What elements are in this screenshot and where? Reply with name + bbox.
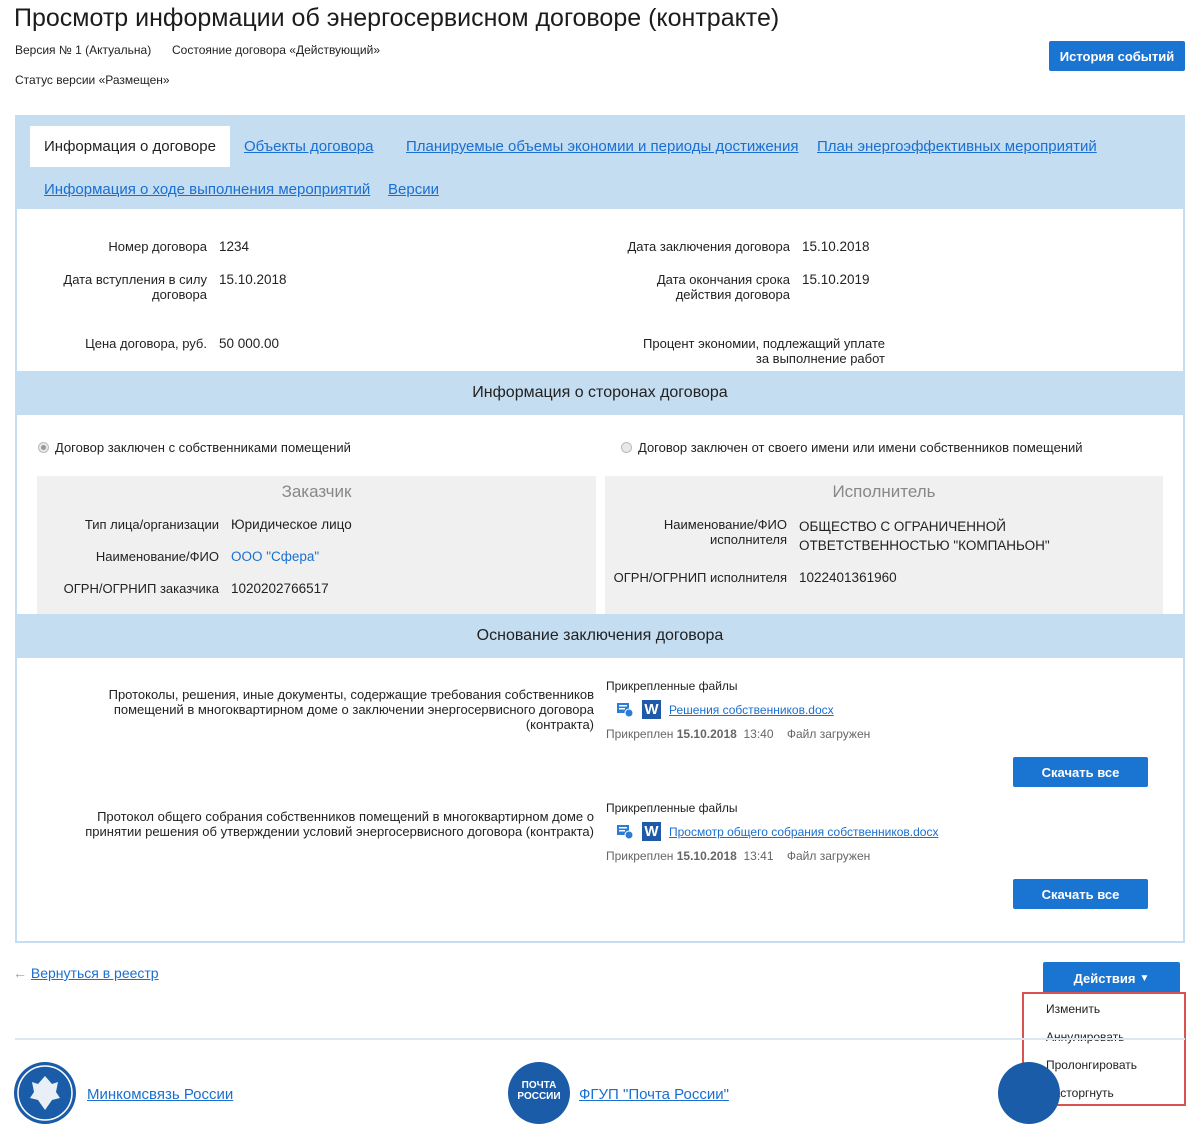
executor-panel: Исполнитель Наименование/ФИО исполнителя… <box>605 476 1163 614</box>
radio-self-label: Договор заключен от своего имени или име… <box>638 440 1083 455</box>
menu-item-prolong[interactable]: Пролонгировать <box>1046 1058 1137 1072</box>
word-file-icon: W <box>642 700 661 719</box>
download-all-button-2[interactable]: Скачать все <box>1013 879 1148 909</box>
actions-label: Действия <box>1073 970 1136 986</box>
version-status: Статус версии «Размещен» <box>15 73 170 87</box>
back-to-registry[interactable]: ← Вернуться в реестр <box>13 965 159 981</box>
radio-owners-label: Договор заключен с собственниками помеще… <box>55 440 351 455</box>
tab-contract-objects[interactable]: Объекты договора <box>244 138 373 155</box>
doc1-file-meta: Прикреплен 15.10.2018 13:40 Файл загруже… <box>606 727 871 741</box>
signature-icon[interactable] <box>616 824 634 840</box>
concluded-date-value: 15.10.2018 <box>802 239 870 254</box>
parties-heading: Информация о сторонах договора <box>17 371 1183 415</box>
customer-name-link[interactable]: ООО "Сфера" <box>231 549 319 564</box>
radio-owners[interactable]: Договор заключен с собственниками помеще… <box>38 440 351 455</box>
actions-button[interactable]: Действия ▼ <box>1043 962 1180 994</box>
menu-item-annul[interactable]: Аннулировать <box>1046 1030 1124 1044</box>
basis-doc1-label: Протоколы, решения, иные документы, соде… <box>108 687 594 732</box>
customer-name-label: Наименование/ФИО <box>95 549 219 564</box>
price-label: Цена договора, руб. <box>85 336 207 351</box>
executor-name-value: ОБЩЕСТВО С ОГРАНИЧЕННОЙ ОТВЕТСТВЕННОСТЬЮ… <box>799 519 1050 553</box>
emblem-icon <box>998 1062 1060 1124</box>
customer-panel: Заказчик Тип лица/организации Юридическо… <box>37 476 596 614</box>
doc2-file-row: W Просмотр общего собрания собственников… <box>616 822 938 841</box>
basis-heading: Основание заключения договора <box>17 614 1183 658</box>
concluded-date-label: Дата заключения договора <box>627 239 790 254</box>
radio-self[interactable]: Договор заключен от своего имени или име… <box>621 440 1083 455</box>
minkomsvyaz-emblem-icon <box>14 1062 76 1124</box>
effective-date-value: 15.10.2018 <box>219 272 287 287</box>
tab-contract-info[interactable]: Информация о договоре <box>30 126 230 167</box>
signature-icon[interactable] <box>616 702 634 718</box>
price-value: 50 000.00 <box>219 336 280 351</box>
contract-state: Состояние договора «Действующий» <box>172 43 381 57</box>
pochta-link[interactable]: ФГУП "Почта России" <box>579 1086 729 1103</box>
basis-doc2-label: Протокол общего собрания собственников п… <box>85 809 594 839</box>
back-link[interactable]: Вернуться в реестр <box>31 965 159 981</box>
doc2-file-meta: Прикреплен 15.10.2018 13:41 Файл загруже… <box>606 849 871 863</box>
customer-type-label: Тип лица/организации <box>84 517 219 532</box>
effective-date-label: Дата вступления в силу договора <box>63 272 207 302</box>
word-file-icon: W <box>642 822 661 841</box>
radio-self-dot[interactable] <box>621 442 632 453</box>
page-title: Просмотр информации об энергосервисном д… <box>14 4 780 32</box>
tab-versions[interactable]: Версии <box>388 181 439 198</box>
executor-name-label: Наименование/ФИО исполнителя <box>663 517 787 547</box>
tab-bar: Информация о договоре Объекты договора П… <box>17 117 1183 209</box>
tab-efficiency-plan[interactable]: План энергоэффективных мероприятий <box>817 138 1097 155</box>
history-button[interactable]: История событий <box>1049 41 1185 71</box>
end-date-label: Дата окончания срока действия договора <box>656 272 790 302</box>
customer-type-value: Юридическое лицо <box>231 517 352 532</box>
executor-ogrn-value: 1022401361960 <box>799 570 897 585</box>
customer-ogrn-label: ОГРН/ОГРНИП заказчика <box>63 581 219 596</box>
executor-ogrn-label: ОГРН/ОГРНИП исполнителя <box>613 570 787 585</box>
footer-divider <box>15 1038 1185 1040</box>
minkomsvyaz-link[interactable]: Минкомсвязь России <box>87 1086 233 1103</box>
contract-number-label: Номер договора <box>108 239 207 254</box>
menu-item-edit[interactable]: Изменить <box>1046 1002 1100 1016</box>
download-all-button-1[interactable]: Скачать все <box>1013 757 1148 787</box>
doc2-files-label: Прикрепленные файлы <box>606 801 738 815</box>
contract-number-value: 1234 <box>219 239 250 254</box>
doc1-files-label: Прикрепленные файлы <box>606 679 738 693</box>
savings-percent-label: Процент экономии, подлежащий уплате за в… <box>643 336 885 366</box>
doc1-file-row: W Решения собственников.docx <box>616 700 834 719</box>
customer-title: Заказчик <box>281 482 352 501</box>
version-label: Версия № 1 (Актуальна) <box>15 43 152 57</box>
doc2-file-link[interactable]: Просмотр общего собрания собственников.d… <box>669 825 938 839</box>
contract-panel: Информация о договоре Объекты договора П… <box>15 115 1185 943</box>
end-date-value: 15.10.2019 <box>802 272 870 287</box>
tab-progress[interactable]: Информация о ходе выполнения мероприятий <box>44 181 370 198</box>
pochta-logo-icon: ПОЧТА РОССИИ <box>508 1062 570 1124</box>
pochta-logo-text: ПОЧТА РОССИИ <box>517 1080 561 1102</box>
doc1-file-link[interactable]: Решения собственников.docx <box>669 703 834 717</box>
tab-savings[interactable]: Планируемые объемы экономии и периоды до… <box>406 138 798 155</box>
customer-ogrn-value: 1020202766517 <box>231 581 329 596</box>
arrow-left-icon: ← <box>13 965 27 981</box>
executor-title: Исполнитель <box>832 482 936 501</box>
radio-owners-dot[interactable] <box>38 442 49 453</box>
caret-down-icon: ▼ <box>1139 972 1150 984</box>
